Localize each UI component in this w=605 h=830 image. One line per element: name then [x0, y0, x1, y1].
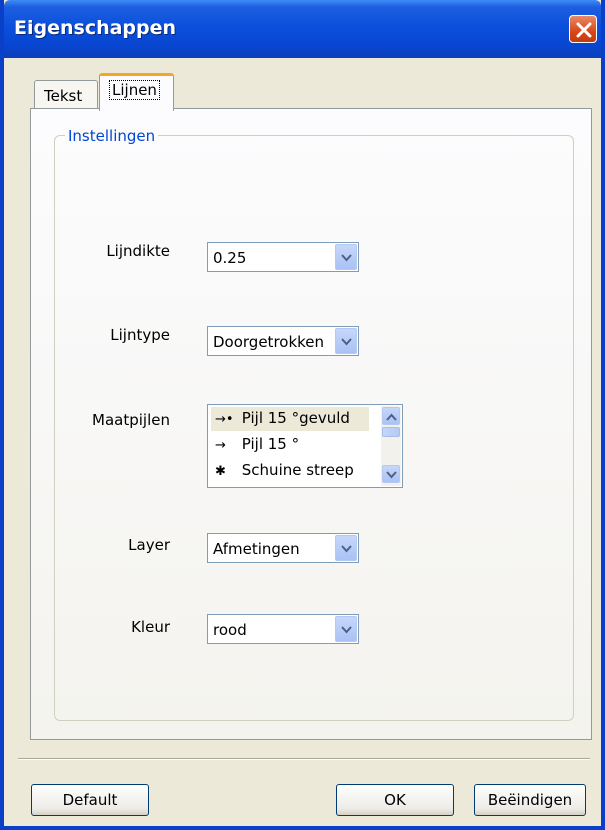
scroll-down-button[interactable] — [382, 465, 400, 483]
lijndikte-value: 0.25 — [213, 249, 247, 267]
tab-panel: Instellingen Lijndikte 0.25 Lijntype Doo… — [30, 108, 592, 740]
lijndikte-label: Lijndikte — [106, 242, 170, 260]
lijntype-label: Lijntype — [110, 326, 170, 344]
lijntype-select[interactable]: Doorgetrokken — [207, 326, 359, 356]
list-scrollbar[interactable] — [381, 406, 401, 486]
scroll-up-button[interactable] — [382, 407, 400, 425]
close-icon — [576, 22, 592, 38]
chevron-down-icon — [386, 471, 397, 479]
maatpijlen-list[interactable]: →• Pijl 15 °gevuld → Pijl 15 ° ✱ Schuine… — [207, 404, 403, 488]
properties-dialog: Eigenschappen Tekst Lijnen Instellingen … — [0, 0, 605, 830]
list-item[interactable]: ✱ Schuine streep — [211, 459, 369, 483]
lijndikte-dropdown-button[interactable] — [335, 244, 357, 270]
maatpijlen-label: Maatpijlen — [92, 411, 170, 429]
list-item-label: Schuine streep — [241, 461, 354, 479]
lijntype-value: Doorgetrokken — [213, 333, 325, 351]
lijntype-dropdown-button[interactable] — [335, 328, 357, 354]
arrow-icon: → — [215, 438, 226, 453]
lijndikte-select[interactable]: 0.25 — [207, 242, 359, 272]
tab-tekst[interactable]: Tekst — [34, 80, 98, 110]
tab-tekst-label: Tekst — [44, 87, 83, 105]
layer-value: Afmetingen — [213, 540, 300, 558]
chevron-down-icon — [341, 254, 352, 262]
chevron-down-icon — [341, 545, 352, 553]
filled-arrow-icon: →• — [215, 412, 234, 427]
list-item[interactable]: →• Pijl 15 °gevuld — [211, 407, 369, 431]
kleur-value: rood — [213, 621, 247, 639]
default-button[interactable]: Default — [31, 784, 149, 816]
list-item[interactable]: → Pijl 15 ° — [211, 433, 369, 457]
ok-button[interactable]: OK — [336, 784, 454, 816]
chevron-down-icon — [341, 338, 352, 346]
group-title: Instellingen — [65, 127, 159, 145]
footer-separator — [18, 758, 590, 760]
close-button[interactable] — [569, 15, 597, 43]
chevron-up-icon — [386, 413, 397, 421]
layer-select[interactable]: Afmetingen — [207, 533, 359, 563]
tab-lijnen[interactable]: Lijnen — [99, 73, 174, 111]
window-title: Eigenschappen — [14, 17, 177, 39]
settings-groupbox: Instellingen Lijndikte 0.25 Lijntype Doo… — [54, 127, 574, 721]
tab-lijnen-label: Lijnen — [109, 80, 160, 100]
slash-tick-icon: ✱ — [215, 464, 226, 479]
kleur-dropdown-button[interactable] — [335, 616, 357, 642]
layer-dropdown-button[interactable] — [335, 535, 357, 561]
title-bar[interactable]: Eigenschappen — [4, 0, 601, 58]
kleur-select[interactable]: rood — [207, 614, 359, 644]
layer-label: Layer — [128, 536, 170, 554]
list-item-label: Pijl 15 ° — [241, 435, 300, 453]
kleur-label: Kleur — [131, 618, 170, 636]
scroll-thumb[interactable] — [382, 427, 400, 437]
chevron-down-icon — [341, 626, 352, 634]
list-item-label: Pijl 15 °gevuld — [241, 409, 350, 427]
close-dialog-button[interactable]: Beëindigen — [474, 784, 586, 816]
